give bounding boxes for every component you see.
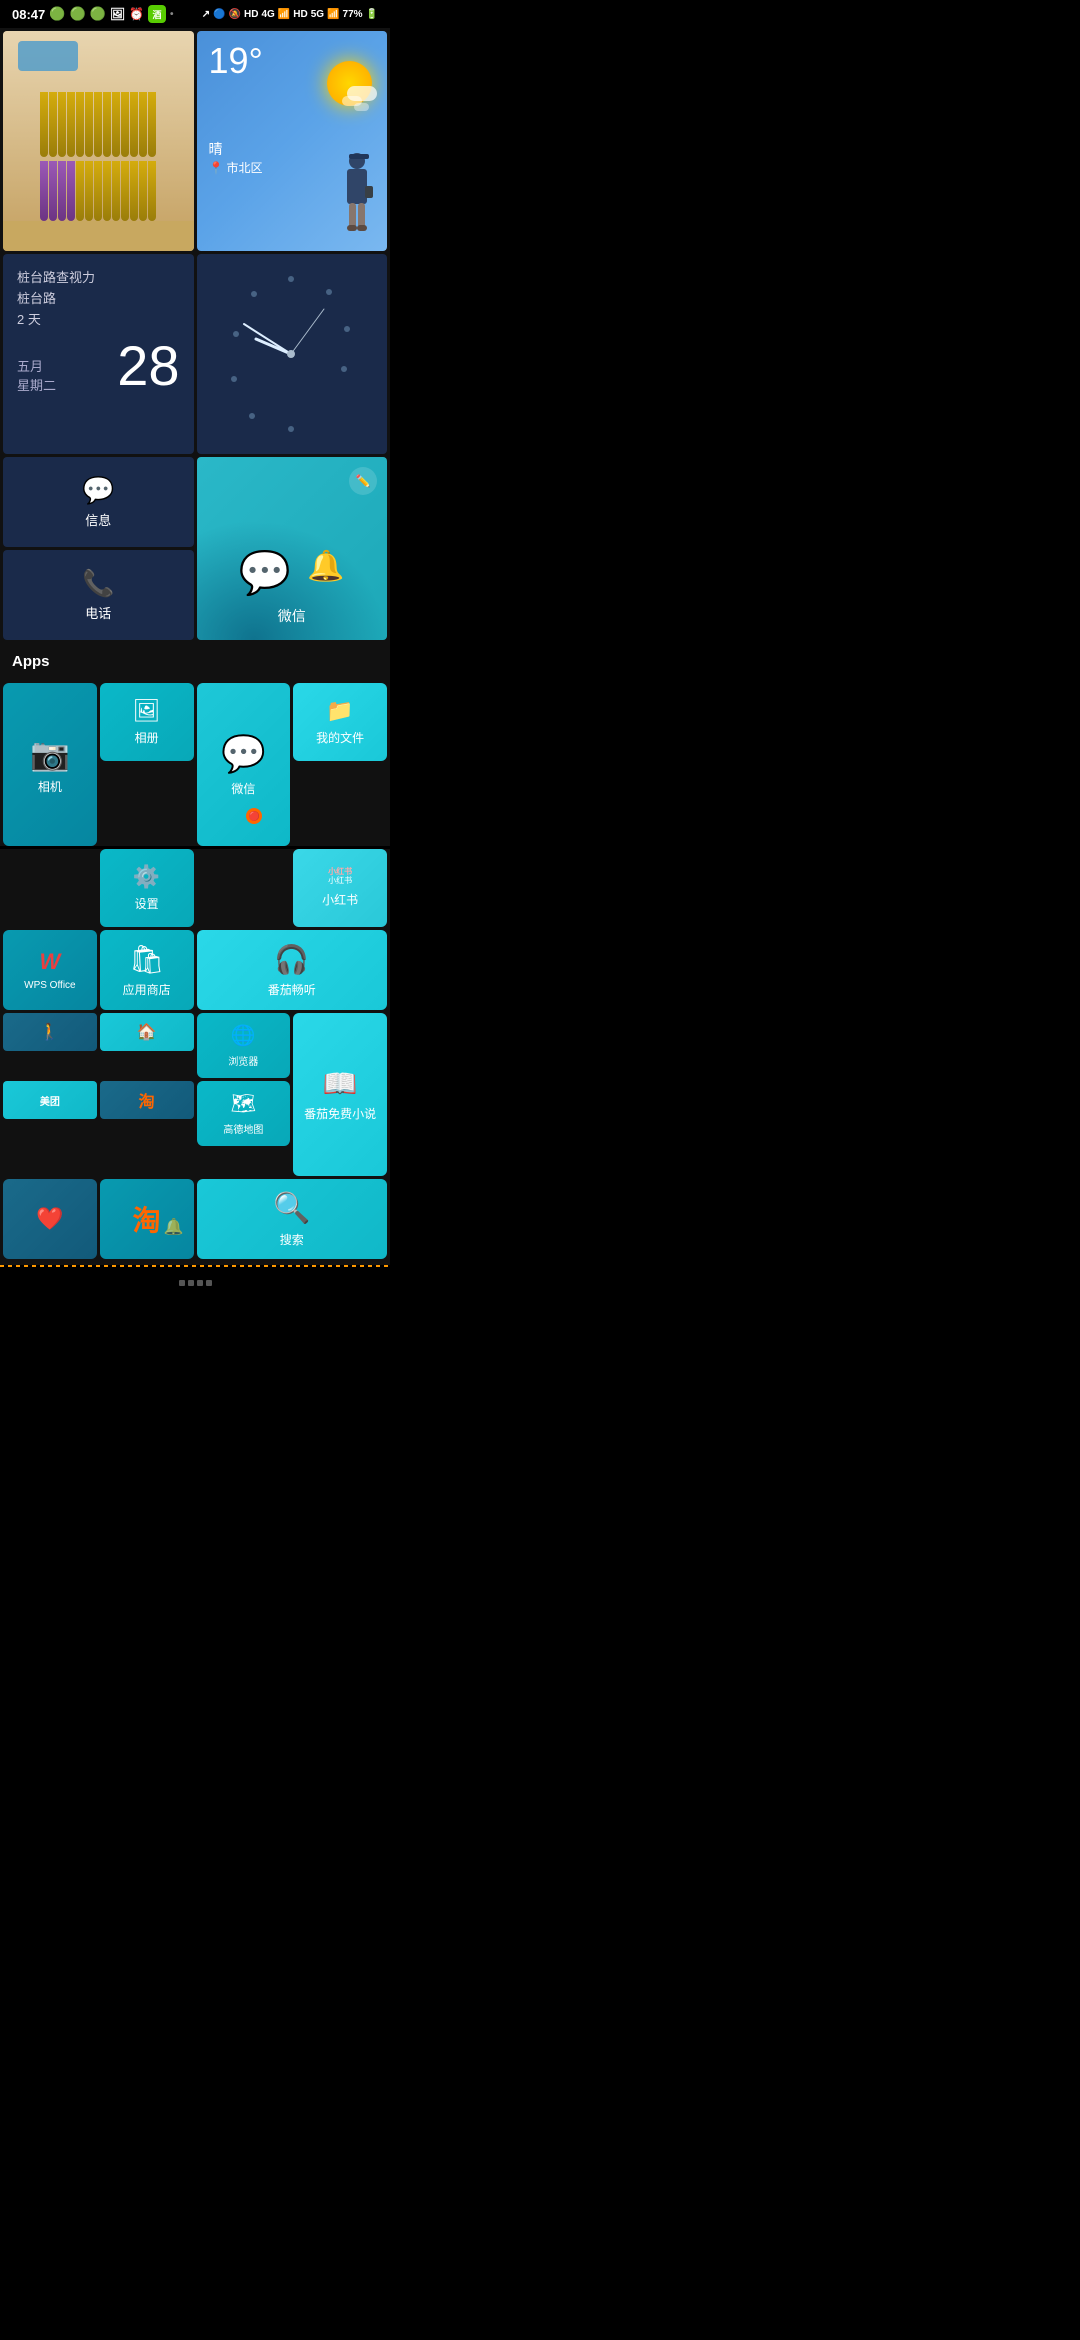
memo-line1: 桩台路查视力 (17, 268, 180, 289)
status-time: 08:47 (12, 7, 45, 22)
signal-icon: ↗ (202, 9, 210, 20)
phone-label: 电话 (85, 603, 111, 622)
person-icon-tile[interactable]: 🚶 (3, 1013, 97, 1051)
fangqie-novel-app[interactable]: 📖 番茄免费小说 (293, 1013, 387, 1176)
fangqie-listen-icon: 🎧 (274, 943, 309, 976)
taobao-app-icon: 淘 (133, 1199, 161, 1239)
house-icon: 🏠 (137, 1022, 157, 1042)
bluetooth-icon: 🔵 (213, 9, 225, 20)
status-bar: 08:47 🟢 🟢 🟢 🖼 ⏰ 酒 • ↗ 🔵 🔕 HD 4G 📶 HD 5G … (0, 0, 390, 28)
memo-line3: 2 天 (17, 310, 180, 331)
wps-label: WPS Office (24, 980, 76, 991)
person-figure (337, 151, 377, 241)
wechat-large-widget[interactable]: ✏️ 💬 🔔 微信 (197, 457, 388, 640)
analog-clock (214, 254, 369, 454)
xiaohongshu-app[interactable]: 小红书 小红书 小红书 (293, 849, 387, 927)
apps-section-header: Apps (0, 643, 390, 680)
heart-tile[interactable]: ❤️ (3, 1179, 97, 1259)
fangqie-listen-label: 番茄畅听 (268, 981, 316, 998)
amap-app[interactable]: 🗺 高德地图 (197, 1081, 291, 1146)
taobao-bell: 🔔 (164, 1217, 184, 1237)
navigation-bar (0, 1265, 390, 1301)
wechat-app-icon: 💬 (221, 733, 266, 775)
status-left: 08:47 🟢 🟢 🟢 🖼 ⏰ 酒 • (12, 5, 174, 23)
meituan-app[interactable]: 美团 (3, 1081, 97, 1119)
image-widget (3, 31, 194, 251)
memo-month: 五月 (17, 356, 56, 375)
wps-app[interactable]: W WPS Office (3, 930, 97, 1010)
settings-icon: ⚙️ (133, 864, 160, 890)
appstore-app[interactable]: 🛍 应用商店 (100, 930, 194, 1010)
duolingo-icon: 酒 (148, 5, 166, 23)
status-right: ↗ 🔵 🔕 HD 4G 📶 HD 5G 📶 77% 🔋 (202, 9, 378, 20)
wechat-app[interactable]: 💬 🔴 微信 (197, 683, 291, 846)
wechat-logo-large: 💬 (239, 549, 291, 598)
search-app[interactable]: 🔍 搜索 (197, 1179, 388, 1259)
phone-icon: 📞 (82, 568, 114, 599)
4g-label: 4G (261, 9, 274, 20)
battery-percent: 77% (343, 9, 363, 20)
memo-widget[interactable]: 桩台路查视力 桩台路 2 天 五月 星期二 28 (3, 254, 194, 454)
phone-widget[interactable]: 📞 电话 (3, 550, 194, 640)
browser-label: 浏览器 (228, 1053, 258, 1068)
location-pin-icon: 📍 (209, 161, 224, 175)
bell-icon-large: 🔔 (307, 549, 344, 598)
messages-widget[interactable]: 💬 信息 (3, 457, 194, 547)
clock-widget[interactable] (197, 254, 388, 454)
appstore-icon: 🛍 (129, 943, 165, 976)
settings-app[interactable]: ⚙️ 设置 (100, 849, 194, 927)
memo-line2: 桩台路 (17, 289, 180, 310)
heart-icon: ❤️ (36, 1206, 63, 1232)
hd1-label: HD (244, 9, 258, 20)
weather-widget[interactable]: 19° 晴 📍 市北区 (197, 31, 388, 251)
battery-icon: 🔋 (366, 9, 378, 20)
messages-label: 信息 (85, 510, 111, 529)
wps-icon: W (39, 949, 60, 975)
meituan-icon: 美团 (40, 1093, 60, 1108)
camera-app[interactable]: 📷 相机 (3, 683, 97, 846)
hd2-label: HD (293, 9, 307, 20)
messages-icon: 💬 (82, 475, 114, 506)
files-icon: 📁 (326, 698, 353, 724)
taobao-icon: 淘 (139, 1088, 155, 1112)
my-files-app[interactable]: 📁 我的文件 (293, 683, 387, 761)
fangqie-app[interactable]: 🎧 番茄畅听 (197, 930, 388, 1010)
fangqie-novel-label: 番茄免费小说 (304, 1105, 376, 1122)
amap-icon: 🗺 (231, 1091, 256, 1116)
notification-badge: 🔴 (246, 808, 262, 824)
album-label: 相册 (135, 729, 159, 746)
memo-weekday: 星期二 (17, 375, 56, 394)
mute-icon: 🔕 (229, 9, 241, 20)
house-icon-tile[interactable]: 🏠 (100, 1013, 194, 1051)
settings-label: 设置 (135, 895, 159, 912)
xiaohongshu-label: 小红书 (322, 891, 358, 908)
taobao-large-app[interactable]: 淘 🔔 (100, 1179, 194, 1259)
wechat-app-label: 微信 (231, 780, 255, 797)
browser-icon: 🌐 (231, 1023, 256, 1048)
album-icon: 🖼 (133, 698, 161, 724)
apps-title: Apps (12, 653, 50, 670)
memo-day: 28 (117, 338, 179, 394)
search-label: 搜索 (280, 1231, 304, 1248)
camera-icon: 📷 (30, 735, 70, 773)
fangqie-novel-icon: 📖 (323, 1067, 358, 1100)
xiaohongshu-icon: 小红书 小红书 (328, 868, 352, 886)
person-icon: 🚶 (40, 1022, 60, 1042)
5g-label: 5G (311, 9, 324, 20)
files-label: 我的文件 (316, 729, 364, 746)
browser-app[interactable]: 🌐 浏览器 (197, 1013, 291, 1078)
camera-label: 相机 (38, 778, 62, 795)
appstore-label: 应用商店 (123, 981, 171, 998)
taobao-app[interactable]: 淘 (100, 1081, 194, 1119)
edit-button[interactable]: ✏️ (349, 467, 377, 495)
search-icon: 🔍 (273, 1191, 310, 1226)
amap-label: 高德地图 (223, 1121, 263, 1136)
wechat-large-label: 微信 (278, 606, 306, 626)
album-app[interactable]: 🖼 相册 (100, 683, 194, 761)
